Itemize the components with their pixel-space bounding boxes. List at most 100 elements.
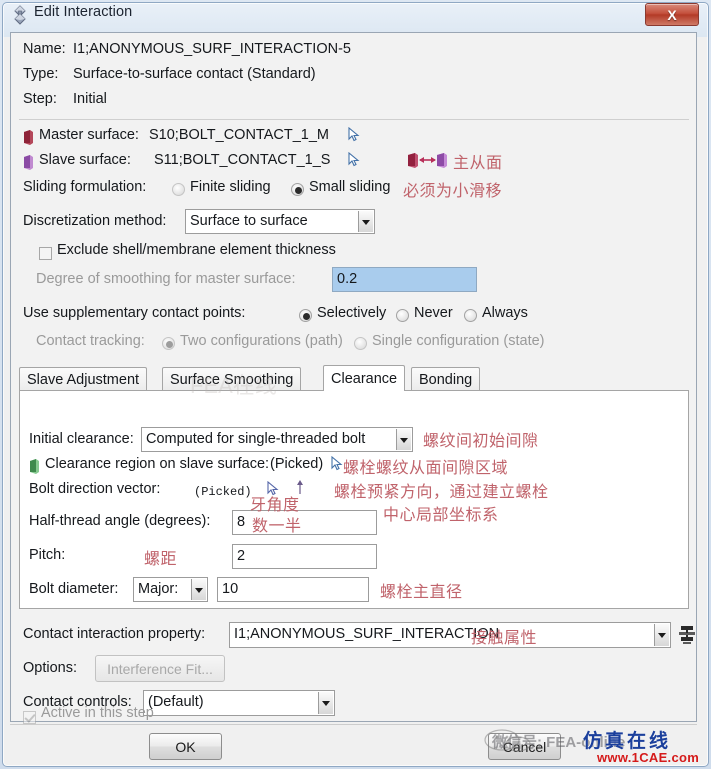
chevron-down-icon[interactable]	[358, 211, 373, 232]
radio-selectively-label: Selectively	[317, 305, 387, 321]
chevron-down-icon[interactable]	[396, 429, 411, 450]
master-surface-icon	[24, 130, 33, 145]
annotation-half-angle-line2: 数一半	[252, 518, 302, 535]
annotation-bolt-diameter: 螺栓主直径	[380, 584, 463, 601]
radio-single-configuration[interactable]	[354, 337, 367, 350]
smoothing-label: Degree of smoothing for master surface:	[36, 271, 296, 287]
pitch-input[interactable]: 2	[232, 544, 377, 569]
tab-slave-adjustment[interactable]: Slave Adjustment	[19, 367, 148, 391]
sliding-formulation-label: Sliding formulation:	[23, 179, 147, 195]
type-value: Surface-to-surface contact (Standard)	[73, 66, 316, 82]
radio-two-configurations[interactable]	[162, 337, 175, 350]
radio-always-label: Always	[482, 305, 528, 321]
clearance-region-value: (Picked)	[270, 456, 324, 472]
contact-property-combo[interactable]: I1;ANONYMOUS_SURF_INTERACTION	[229, 622, 671, 648]
contact-property-label: Contact interaction property:	[23, 626, 206, 642]
contact-tracking-label: Contact tracking:	[36, 333, 145, 349]
bolt-diameter-kind-combo[interactable]: Major:	[133, 577, 208, 602]
initial-clearance-label: Initial clearance:	[29, 431, 134, 447]
discretization-method-combo[interactable]: Surface to surface	[185, 209, 375, 234]
clearance-region-surface-icon	[30, 459, 39, 474]
create-interaction-property-icon[interactable]	[677, 624, 697, 646]
step-value: Initial	[73, 91, 107, 107]
radio-small-sliding-label: Small sliding	[309, 179, 391, 195]
dialog-footer: OK Cancel	[10, 724, 697, 765]
master-surface-label: Master surface:	[39, 127, 139, 143]
radio-single-configuration-label: Single configuration (state)	[372, 333, 545, 349]
tab-clearance[interactable]: Clearance	[323, 365, 406, 391]
annotation-pitch: 螺距	[144, 551, 178, 568]
annotation-bolt-direction-line2: 中心局部坐标系	[383, 507, 499, 524]
discretization-method-value: Surface to surface	[190, 213, 308, 229]
radio-selectively[interactable]	[299, 309, 312, 322]
annotation-initial-clearance: 螺纹间初始间隙	[423, 433, 539, 450]
discretization-method-label: Discretization method:	[23, 213, 167, 229]
contact-controls-combo[interactable]: (Default)	[143, 690, 335, 716]
active-in-step-checkbox[interactable]	[23, 711, 36, 724]
pick-clearance-region-icon[interactable]	[331, 456, 343, 471]
abaqus-diamond-icon	[14, 5, 26, 25]
abaqus-edit-interaction-dialog: Edit Interaction X Name: I1;ANONYMOUS_SU…	[0, 0, 711, 769]
smoothing-input[interactable]: 0.2	[332, 267, 477, 292]
chevron-down-icon[interactable]	[191, 579, 206, 600]
interference-fit-button[interactable]: Interference Fit...	[95, 655, 225, 682]
cancel-button-label: Cancel	[502, 738, 547, 755]
supplementary-points-label: Use supplementary contact points:	[23, 305, 246, 321]
annotation-master-slave: 主从面	[453, 155, 503, 172]
exclude-thickness-checkbox[interactable]	[39, 247, 52, 260]
pick-master-surface-icon[interactable]	[348, 127, 360, 142]
pitch-label: Pitch:	[29, 547, 66, 563]
clearance-region-label: Clearance region on slave surface:	[45, 456, 270, 472]
active-in-step-label: Active in this step	[41, 705, 154, 721]
initial-clearance-combo[interactable]: Computed for single-threaded bolt	[141, 427, 413, 452]
slave-surface-icon	[24, 155, 33, 170]
close-icon: X	[667, 6, 677, 23]
annotation-clearance-region: 螺栓螺纹从面间隙区域	[343, 460, 509, 477]
tab-surface-smoothing[interactable]: Surface Smoothing	[162, 367, 302, 391]
bolt-diameter-label: Bolt diameter:	[29, 581, 119, 597]
bolt-diameter-value: 10	[222, 581, 239, 597]
bolt-diameter-kind-value: Major:	[138, 581, 179, 597]
tab-strip: Slave Adjustment Surface Smoothing Clear…	[19, 365, 689, 391]
chevron-down-icon[interactable]	[654, 624, 669, 646]
radio-finite-sliding-label: Finite sliding	[190, 179, 271, 195]
cancel-button[interactable]: Cancel	[488, 733, 561, 760]
radio-two-configurations-label: Two configurations (path)	[180, 333, 343, 349]
annotation-master-slave-icon	[408, 153, 447, 168]
radio-never-label: Never	[414, 305, 453, 321]
radio-small-sliding[interactable]	[291, 183, 304, 196]
master-surface-value: S10;BOLT_CONTACT_1_M	[149, 127, 329, 143]
slave-surface-label: Slave surface:	[39, 152, 131, 168]
radio-never[interactable]	[396, 309, 409, 322]
annotation-bolt-direction-line1: 螺栓预紧方向，通过建立螺栓	[334, 484, 549, 501]
window-title: Edit Interaction	[34, 4, 133, 20]
ok-button[interactable]: OK	[149, 733, 222, 760]
initial-clearance-value: Computed for single-threaded bolt	[146, 431, 366, 447]
bolt-diameter-input[interactable]: 10	[217, 577, 369, 602]
title-bar: Edit Interaction X	[0, 0, 705, 30]
type-label: Type:	[23, 66, 59, 82]
pick-slave-surface-icon[interactable]	[348, 152, 360, 167]
bolt-direction-value: (Picked)	[194, 485, 252, 499]
radio-always[interactable]	[464, 309, 477, 322]
step-label: Step:	[23, 91, 57, 107]
tab-bonding[interactable]: Bonding	[411, 367, 481, 391]
annotation-small-sliding: 必须为小滑移	[403, 183, 503, 200]
smoothing-value: 0.2	[337, 271, 358, 287]
close-button[interactable]: X	[645, 3, 699, 26]
slave-surface-value: S11;BOLT_CONTACT_1_S	[154, 152, 331, 168]
chevron-down-icon[interactable]	[318, 692, 333, 714]
radio-finite-sliding[interactable]	[172, 183, 185, 196]
name-value: I1;ANONYMOUS_SURF_INTERACTION-5	[73, 41, 351, 57]
ok-button-label: OK	[175, 738, 196, 755]
name-label: Name:	[23, 41, 66, 57]
options-label: Options:	[23, 660, 77, 676]
annotation-contact-property: 接触属性	[471, 630, 538, 647]
contact-property-value: I1;ANONYMOUS_SURF_INTERACTION	[234, 626, 500, 642]
half-thread-angle-value: 8	[237, 514, 246, 530]
interference-fit-button-label: Interference Fit...	[107, 660, 213, 677]
bolt-direction-label: Bolt direction vector:	[29, 481, 161, 497]
half-thread-angle-label: Half-thread angle (degrees):	[29, 513, 211, 529]
header-divider	[19, 119, 689, 120]
exclude-thickness-label: Exclude shell/membrane element thickness	[57, 242, 336, 258]
